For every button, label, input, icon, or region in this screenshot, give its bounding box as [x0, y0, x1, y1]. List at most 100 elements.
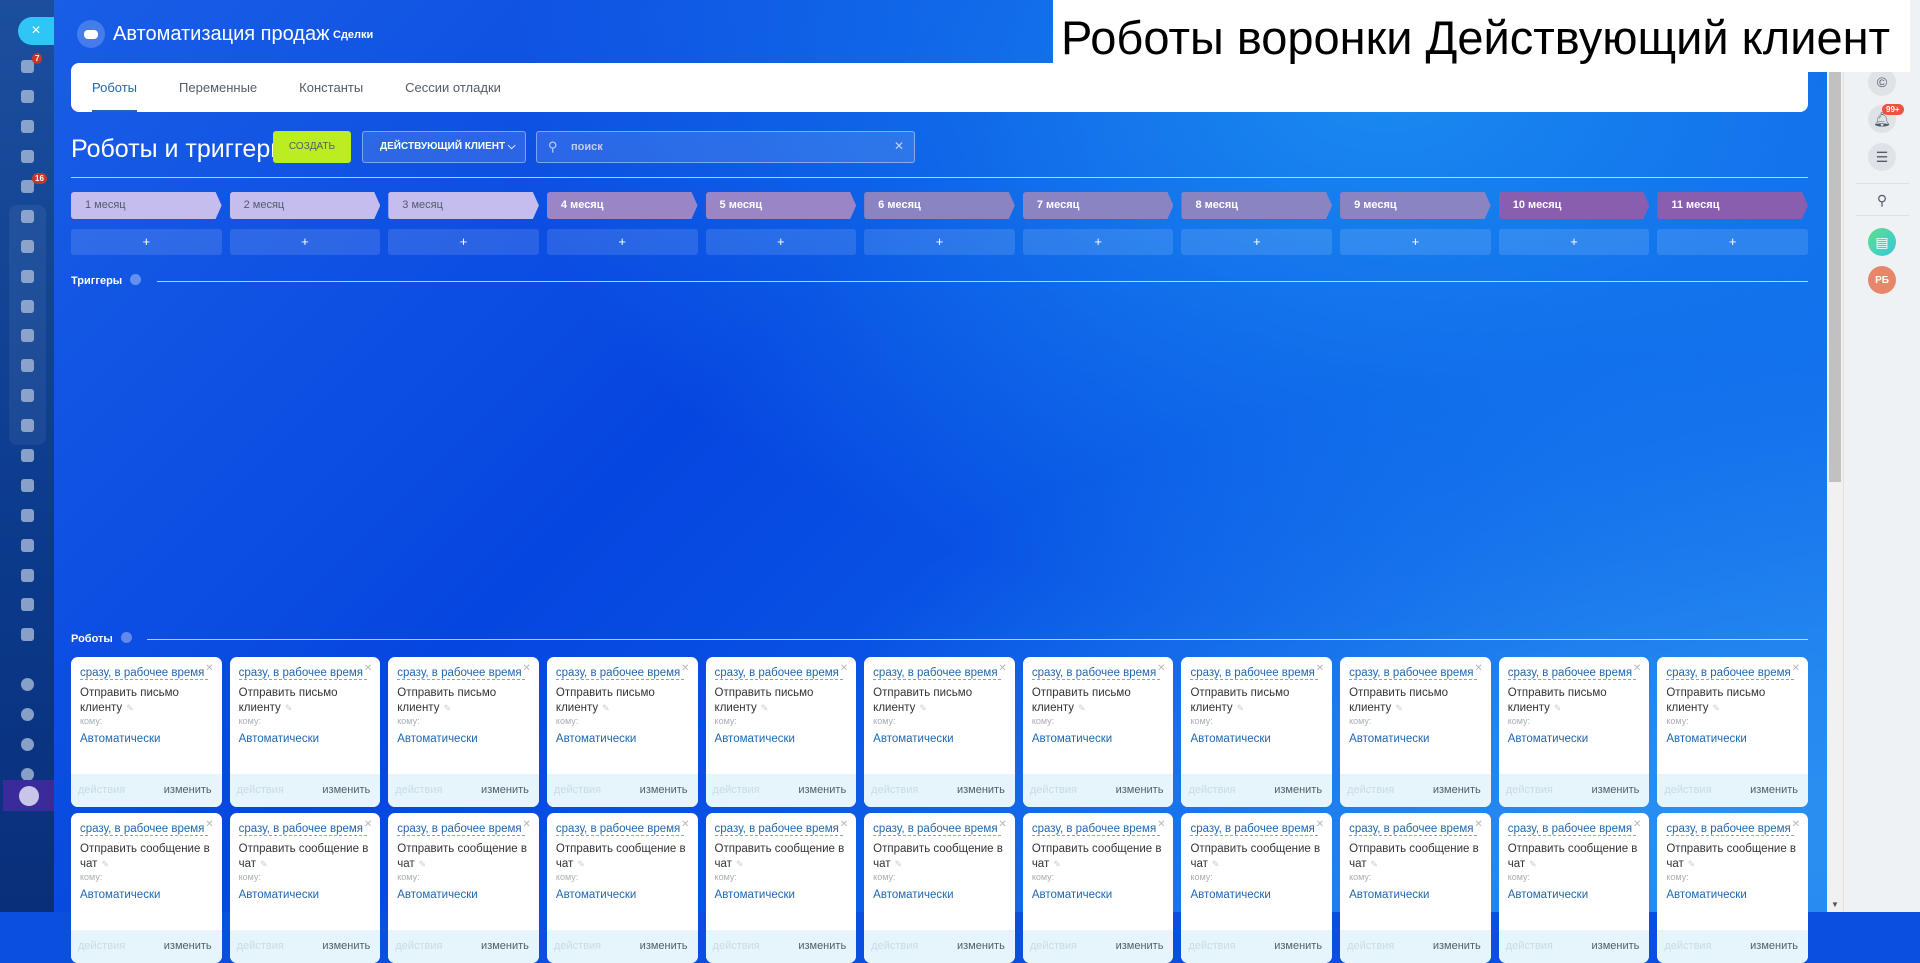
- pencil-icon[interactable]: ✎: [1370, 859, 1378, 869]
- delete-icon[interactable]: ✕: [840, 663, 848, 674]
- robot-card[interactable]: сразу, в рабочее время ✕ Отправить письм…: [705, 657, 857, 807]
- robot-card[interactable]: сразу, в рабочее время ✕ Отправить сообщ…: [388, 813, 539, 963]
- pencil-icon[interactable]: ✎: [443, 703, 451, 713]
- delete-icon[interactable]: ✕: [840, 819, 848, 830]
- edit-link[interactable]: изменить: [798, 940, 846, 952]
- edit-link[interactable]: изменить: [1116, 784, 1164, 796]
- help-icon[interactable]: [0, 670, 54, 700]
- robot-delay-link[interactable]: сразу, в рабочее время: [397, 823, 526, 836]
- pencil-icon[interactable]: ✎: [602, 703, 610, 713]
- delete-icon[interactable]: ✕: [1633, 819, 1641, 830]
- calendar-icon[interactable]: [0, 291, 54, 321]
- recipient-value[interactable]: Автоматически: [80, 889, 160, 901]
- bank-icon[interactable]: [0, 82, 54, 112]
- robot-card[interactable]: сразу, в рабочее время ✕ Отправить сообщ…: [546, 813, 698, 963]
- robot-card[interactable]: сразу, в рабочее время ✕ Отправить сообщ…: [1181, 813, 1333, 963]
- robot-card[interactable]: сразу, в рабочее время ✕ Отправить сообщ…: [1498, 813, 1650, 963]
- edit-link[interactable]: изменить: [640, 940, 688, 952]
- pencil-icon[interactable]: ✎: [1237, 703, 1245, 713]
- recipient-value[interactable]: Автоматически: [1190, 889, 1270, 901]
- delete-icon[interactable]: ✕: [205, 819, 213, 830]
- pencil-icon[interactable]: ✎: [1688, 859, 1696, 869]
- recipient-value[interactable]: Автоматически: [397, 733, 477, 745]
- recipient-value[interactable]: Автоматически: [1508, 733, 1588, 745]
- add-robot-button[interactable]: +: [388, 229, 539, 255]
- mail-icon[interactable]: [0, 381, 54, 411]
- close-icon[interactable]: ×: [18, 17, 54, 45]
- pencil-icon[interactable]: ✎: [1053, 859, 1061, 869]
- edit-link[interactable]: изменить: [798, 784, 846, 796]
- robot-card[interactable]: сразу, в рабочее время ✕ Отправить письм…: [1657, 657, 1808, 807]
- robot-card[interactable]: сразу, в рабочее время ✕ Отправить сообщ…: [864, 813, 1015, 963]
- edit-link[interactable]: изменить: [322, 940, 370, 952]
- recipient-value[interactable]: Автоматически: [80, 733, 160, 745]
- recipient-value[interactable]: Автоматически: [1666, 733, 1746, 745]
- edit-link[interactable]: изменить: [1592, 784, 1640, 796]
- robot-delay-link[interactable]: сразу, в рабочее время: [1666, 823, 1795, 836]
- edit-link[interactable]: изменить: [1274, 940, 1322, 952]
- robot-delay-link[interactable]: сразу, в рабочее время: [1507, 667, 1636, 680]
- pencil-icon[interactable]: ✎: [126, 703, 134, 713]
- delete-icon[interactable]: ✕: [1474, 663, 1482, 674]
- sign-icon[interactable]: [0, 560, 54, 590]
- pencil-icon[interactable]: ✎: [285, 703, 293, 713]
- robot-delay-link[interactable]: сразу, в рабочее время: [555, 823, 684, 836]
- robot-card[interactable]: сразу, в рабочее время ✕ Отправить письм…: [1340, 657, 1491, 807]
- add-robot-button[interactable]: +: [546, 229, 698, 255]
- cart-icon[interactable]: [0, 142, 54, 172]
- delete-icon[interactable]: ✕: [1316, 819, 1324, 830]
- delete-icon[interactable]: ✕: [681, 663, 689, 674]
- document-icon[interactable]: [0, 321, 54, 351]
- add-robot-button[interactable]: +: [1657, 229, 1808, 255]
- edit-link[interactable]: изменить: [1750, 784, 1798, 796]
- check-icon[interactable]: [0, 620, 54, 650]
- tab-robots[interactable]: Роботы: [92, 63, 138, 112]
- edit-link[interactable]: изменить: [1592, 940, 1640, 952]
- recipient-value[interactable]: Автоматически: [1349, 733, 1429, 745]
- app-subtitle[interactable]: Сделки: [333, 29, 373, 41]
- clear-icon[interactable]: ✕: [894, 139, 904, 153]
- scrollbar-thumb[interactable]: [1829, 49, 1841, 482]
- edit-link[interactable]: изменить: [957, 784, 1005, 796]
- robot-card[interactable]: сразу, в рабочее время ✕ Отправить сообщ…: [1657, 813, 1808, 963]
- robot-delay-link[interactable]: сразу, в рабочее время: [1349, 667, 1478, 680]
- robot-card[interactable]: сразу, в рабочее время ✕ Отправить письм…: [229, 657, 381, 807]
- drive-icon[interactable]: [0, 351, 54, 381]
- pencil-icon[interactable]: ✎: [1078, 703, 1086, 713]
- robot-card[interactable]: сразу, в рабочее время ✕ Отправить письм…: [546, 657, 698, 807]
- robot-delay-link[interactable]: сразу, в рабочее время: [1190, 667, 1319, 680]
- delete-icon[interactable]: ✕: [1633, 663, 1641, 674]
- pencil-icon[interactable]: ✎: [761, 703, 769, 713]
- pencil-icon[interactable]: ✎: [419, 859, 427, 869]
- recipient-value[interactable]: Автоматически: [1190, 733, 1270, 745]
- employees-icon[interactable]: [0, 411, 54, 441]
- delete-icon[interactable]: ✕: [1157, 663, 1165, 674]
- pencil-icon[interactable]: ✎: [260, 859, 268, 869]
- signature-icon[interactable]: [0, 590, 54, 620]
- pipeline-select[interactable]: ДЕЙСТВУЮЩИЙ КЛИЕНТ ⌵: [362, 131, 526, 163]
- search-icon[interactable]: ⚲: [1868, 186, 1896, 214]
- tab-debug-sessions[interactable]: Сессии отладки: [405, 63, 501, 112]
- edit-link[interactable]: изменить: [1274, 784, 1322, 796]
- recipient-value[interactable]: Автоматически: [873, 889, 953, 901]
- news-icon[interactable]: ▤: [1868, 228, 1896, 256]
- crown-icon[interactable]: [3, 780, 54, 811]
- scrollbar[interactable]: ▼: [1827, 0, 1843, 912]
- tab-constants[interactable]: Константы: [299, 63, 363, 112]
- pencil-icon[interactable]: ✎: [919, 703, 927, 713]
- delete-icon[interactable]: ✕: [364, 819, 372, 830]
- pencil-icon[interactable]: ✎: [736, 859, 744, 869]
- robot-card[interactable]: сразу, в рабочее время ✕ Отправить письм…: [1022, 657, 1174, 807]
- scroll-down-arrow[interactable]: ▼: [1831, 900, 1839, 909]
- recipient-value[interactable]: Автоматически: [1349, 889, 1429, 901]
- delete-icon[interactable]: ✕: [1316, 663, 1324, 674]
- add-robot-button[interactable]: +: [1498, 229, 1650, 255]
- pencil-icon[interactable]: ✎: [1395, 703, 1403, 713]
- recipient-value[interactable]: Автоматически: [1032, 733, 1112, 745]
- recipient-value[interactable]: Автоматически: [1508, 889, 1588, 901]
- target-icon[interactable]: [0, 112, 54, 142]
- edit-link[interactable]: изменить: [481, 784, 529, 796]
- pencil-icon[interactable]: ✎: [577, 859, 585, 869]
- sites-icon[interactable]: [0, 201, 54, 231]
- robot-icon[interactable]: [0, 500, 54, 530]
